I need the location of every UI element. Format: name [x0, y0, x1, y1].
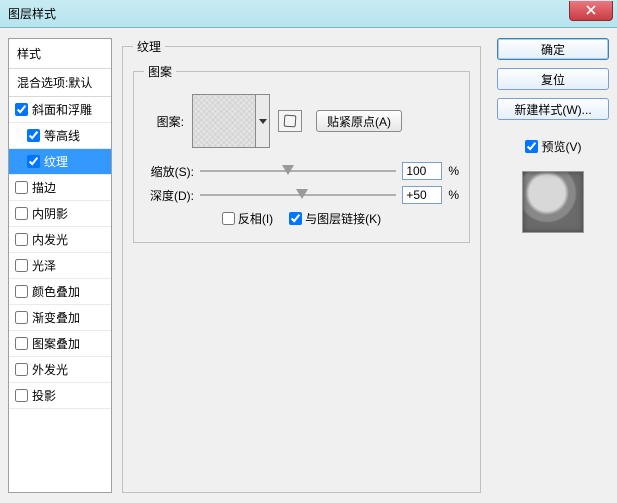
style-label: 内发光: [32, 231, 68, 248]
style-row-8[interactable]: 渐变叠加: [9, 305, 111, 331]
style-label: 光泽: [32, 257, 56, 274]
style-checkbox[interactable]: [15, 337, 28, 350]
scale-input[interactable]: 100: [402, 162, 442, 180]
scale-label: 缩放(S):: [144, 163, 194, 180]
settings-area: 纹理 图案 图案: 贴紧原点(A) 缩放(S):: [112, 38, 491, 493]
close-icon: [586, 5, 596, 15]
style-checkbox[interactable]: [15, 233, 28, 246]
right-column: 确定 复位 新建样式(W)... 预览(V): [491, 38, 609, 493]
style-label: 颜色叠加: [32, 283, 80, 300]
style-row-6[interactable]: 光泽: [9, 253, 111, 279]
style-row-5[interactable]: 内发光: [9, 227, 111, 253]
style-checkbox[interactable]: [15, 311, 28, 324]
style-checkbox[interactable]: [15, 389, 28, 402]
link-checkbox[interactable]: [289, 212, 302, 225]
style-checkbox[interactable]: [27, 155, 40, 168]
style-row-9[interactable]: 图案叠加: [9, 331, 111, 357]
style-row-11[interactable]: 投影: [9, 383, 111, 409]
style-checkbox[interactable]: [15, 103, 28, 116]
style-label: 渐变叠加: [32, 309, 80, 326]
preview-checkbox[interactable]: [525, 140, 538, 153]
invert-checkbox[interactable]: [222, 212, 235, 225]
style-checkbox[interactable]: [27, 129, 40, 142]
close-button[interactable]: [569, 1, 613, 21]
preview-thumbnail: [522, 171, 584, 233]
snap-origin-button[interactable]: 贴紧原点(A): [316, 110, 402, 132]
style-row-10[interactable]: 外发光: [9, 357, 111, 383]
pattern-legend: 图案: [144, 63, 176, 80]
style-label: 内阴影: [32, 205, 68, 222]
style-row-1[interactable]: 等高线: [9, 123, 111, 149]
style-label: 纹理: [44, 153, 68, 170]
style-row-0[interactable]: 斜面和浮雕: [9, 97, 111, 123]
style-label: 图案叠加: [32, 335, 80, 352]
link-label: 与图层链接(K): [305, 210, 381, 227]
style-checkbox[interactable]: [15, 259, 28, 272]
style-label: 描边: [32, 179, 56, 196]
pattern-swatch[interactable]: [192, 94, 256, 148]
scale-slider[interactable]: [200, 163, 396, 179]
styles-panel: 样式 混合选项:默认 斜面和浮雕等高线纹理描边内阴影内发光光泽颜色叠加渐变叠加图…: [8, 38, 112, 493]
style-checkbox[interactable]: [15, 181, 28, 194]
depth-input[interactable]: +50: [402, 186, 442, 204]
style-label: 投影: [32, 387, 56, 404]
pattern-dropdown[interactable]: [256, 94, 270, 148]
style-label: 等高线: [44, 127, 80, 144]
style-checkbox[interactable]: [15, 363, 28, 376]
dialog-body: 样式 混合选项:默认 斜面和浮雕等高线纹理描边内阴影内发光光泽颜色叠加渐变叠加图…: [0, 28, 617, 503]
style-row-4[interactable]: 内阴影: [9, 201, 111, 227]
style-row-2[interactable]: 纹理: [9, 149, 111, 175]
texture-group: 纹理 图案 图案: 贴紧原点(A) 缩放(S):: [122, 38, 481, 493]
depth-slider[interactable]: [200, 187, 396, 203]
style-checkbox[interactable]: [15, 285, 28, 298]
style-row-7[interactable]: 颜色叠加: [9, 279, 111, 305]
window-title: 图层样式: [8, 5, 56, 22]
link-check[interactable]: 与图层链接(K): [289, 210, 381, 227]
style-row-3[interactable]: 描边: [9, 175, 111, 201]
texture-legend: 纹理: [133, 38, 165, 55]
ok-button[interactable]: 确定: [497, 38, 609, 60]
depth-label: 深度(D):: [144, 187, 194, 204]
style-label: 斜面和浮雕: [32, 101, 92, 118]
reset-button[interactable]: 复位: [497, 68, 609, 90]
invert-check[interactable]: 反相(I): [222, 210, 273, 227]
blend-default-row[interactable]: 混合选项:默认: [9, 69, 111, 97]
style-label: 外发光: [32, 361, 68, 378]
new-style-button[interactable]: 新建样式(W)...: [497, 98, 609, 120]
depth-unit: %: [448, 188, 459, 202]
preview-label: 预览(V): [542, 138, 582, 155]
styles-header[interactable]: 样式: [9, 39, 111, 69]
pattern-label: 图案:: [144, 113, 184, 130]
pattern-group: 图案 图案: 贴紧原点(A) 缩放(S): 10: [133, 63, 470, 243]
invert-label: 反相(I): [238, 210, 273, 227]
scale-unit: %: [448, 164, 459, 178]
titlebar: 图层样式: [0, 0, 617, 28]
style-checkbox[interactable]: [15, 207, 28, 220]
new-pattern-icon[interactable]: [278, 110, 302, 132]
